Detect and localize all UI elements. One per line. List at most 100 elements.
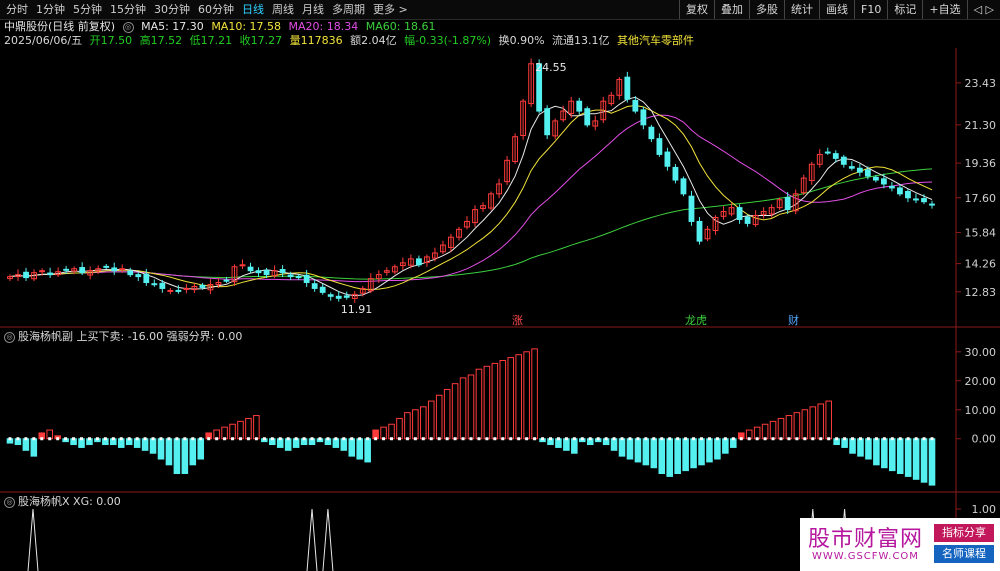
candle-body [632, 99, 639, 112]
toolbar-button-1[interactable]: 叠加 [714, 0, 749, 19]
zero-dot [40, 437, 44, 441]
toolbar-button-2[interactable]: 多股 [749, 0, 784, 19]
indicator-bar [698, 438, 705, 466]
zero-dot [72, 437, 76, 441]
zero-dot [723, 437, 727, 441]
period-tab-0[interactable]: 分时 [2, 0, 32, 19]
ind-axis-label: 20.00 [965, 375, 997, 388]
zero-dot [382, 437, 386, 441]
period-tab-5[interactable]: 60分钟 [194, 0, 238, 19]
indicator-bar [896, 438, 904, 475]
candle-body [921, 198, 927, 203]
stock-title[interactable]: 中鼎股份(日线 前复权) [4, 20, 115, 33]
zero-dot [731, 437, 735, 441]
settings-icon[interactable]: ◎ [122, 21, 134, 33]
badge-indicator-share[interactable]: 指标分享 [934, 524, 994, 542]
zero-dot [103, 437, 107, 441]
indicator-bar [173, 438, 181, 475]
zero-dot [533, 437, 537, 441]
indicator-bar [904, 438, 912, 477]
zero-dot [350, 437, 354, 441]
candle-body [736, 207, 743, 220]
period-tab-8[interactable]: 月线 [298, 0, 328, 19]
zero-dot [803, 437, 807, 441]
candle-body [624, 76, 631, 100]
zero-dot [127, 437, 131, 441]
period-tab-6[interactable]: 日线 [238, 0, 268, 19]
quote-close: 收17.27 [239, 34, 283, 47]
zero-dot [525, 437, 529, 441]
toolbar-button-8[interactable]: ◁ ▷ [966, 0, 1000, 19]
zero-dot [119, 437, 123, 441]
quote-low: 低17.21 [189, 34, 233, 47]
period-tab-4[interactable]: 30分钟 [150, 0, 194, 19]
candle-body [840, 156, 847, 165]
indicator-bar [634, 438, 642, 463]
candle-body [680, 178, 687, 195]
candlestick-chart[interactable]: 23.43 21.30 19.36 17.60 15.84 14.26 12.83 24.55… [0, 48, 1000, 328]
candle-body [784, 196, 791, 211]
indicator-bar [229, 423, 236, 440]
ind-axis-label: 10.00 [965, 404, 997, 417]
indicator-bar-chart[interactable]: 30.00 20.00 10.00 0.00 [0, 328, 1000, 493]
badge-teacher-course[interactable]: 名师课程 [934, 545, 994, 563]
candle-body [223, 279, 230, 282]
indicator-bar [380, 426, 387, 440]
period-tab-7[interactable]: 周线 [268, 0, 298, 19]
zero-dot [159, 437, 163, 441]
toolbar-button-5[interactable]: F10 [854, 0, 887, 19]
candle-body [913, 198, 919, 201]
period-tab-2[interactable]: 5分钟 [69, 0, 106, 19]
quote-amount: 额2.04亿 [350, 34, 397, 47]
zero-dot [493, 437, 497, 441]
indicator-bar [253, 415, 260, 440]
indicator-bar [873, 438, 880, 466]
candle-body [311, 283, 318, 289]
ma5-value: MA5: 17.30 [141, 20, 204, 33]
period-tab-1[interactable]: 1分钟 [32, 0, 69, 19]
zero-dot [405, 437, 409, 441]
toolbar-button-6[interactable]: 标记 [887, 0, 922, 19]
candle-body [832, 153, 839, 159]
candle-body [648, 126, 655, 140]
zero-dot [278, 437, 282, 441]
zero-dot [294, 437, 298, 441]
indicator-bar [857, 438, 864, 457]
candle-body [199, 284, 206, 288]
event-marker: 财 [788, 313, 799, 327]
candle-body [664, 151, 671, 167]
quote-sector[interactable]: 其他汽车零部件 [617, 34, 694, 47]
price-axis-label: 12.83 [965, 286, 997, 299]
indicator-bar [618, 438, 626, 457]
quote-open: 开17.50 [89, 34, 133, 47]
zero-dot [739, 437, 743, 441]
period-tab-3[interactable]: 15分钟 [106, 0, 150, 19]
indicator-bar [427, 400, 435, 440]
zero-dot [707, 437, 711, 441]
toolbar-button-0[interactable]: 复权 [679, 0, 714, 19]
zero-dot [231, 437, 235, 441]
zero-dot [310, 437, 314, 441]
zero-dot [215, 437, 219, 441]
zero-dot [596, 437, 600, 441]
toolbar-button-7[interactable]: +自选 [922, 0, 966, 19]
period-tab-9[interactable]: 多周期 [328, 0, 369, 19]
signal-spike [322, 508, 334, 571]
zero-dot [588, 437, 592, 441]
candle-body [688, 195, 695, 222]
zero-dot [95, 437, 99, 441]
zero-dot [318, 437, 322, 441]
zero-dot [580, 437, 584, 441]
zero-dot [771, 437, 775, 441]
indicator-bar [809, 406, 817, 440]
zero-dot [787, 437, 791, 441]
price-axis-label: 15.84 [965, 226, 997, 239]
candle-body [79, 267, 86, 274]
period-tab-10[interactable]: 更多 > [369, 0, 412, 19]
indicator-bar [682, 438, 689, 472]
zero-dot [191, 437, 195, 441]
toolbar-button-3[interactable]: 统计 [784, 0, 819, 19]
indicator-bar [165, 438, 173, 466]
toolbar-button-4[interactable]: 画线 [819, 0, 854, 19]
candle-body [119, 268, 126, 271]
